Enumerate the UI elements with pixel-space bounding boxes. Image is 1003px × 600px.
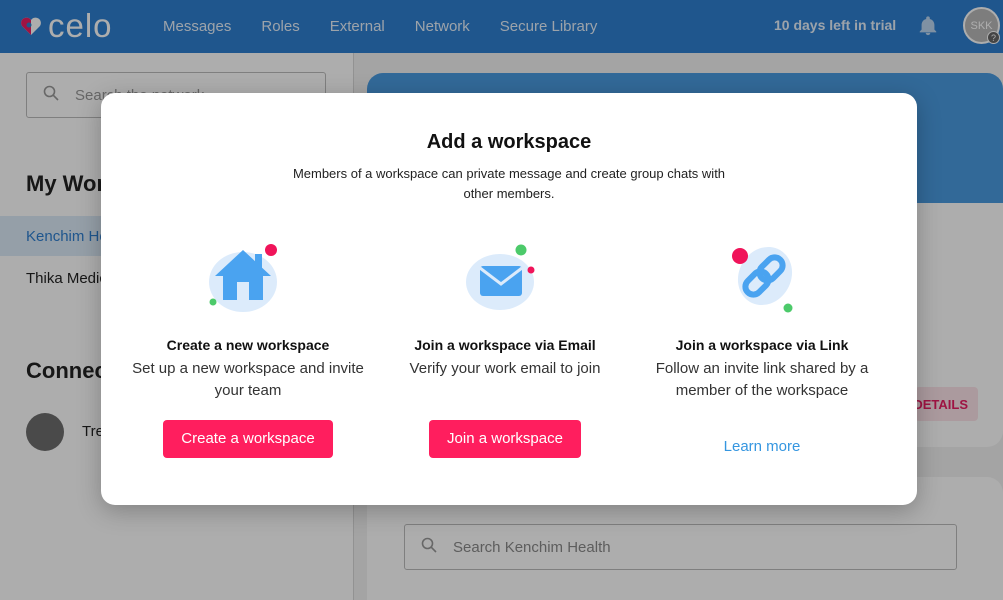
create-workspace-option: Create a new workspace Set up a new work… (128, 238, 368, 402)
option-description: Verify your work email to join (409, 360, 601, 377)
create-workspace-action: Create a workspace (128, 420, 368, 458)
option-title: Join a workspace via Link (675, 337, 849, 353)
join-via-link-option: Join a workspace via Link Follow an invi… (642, 238, 882, 402)
add-workspace-modal: Add a workspace Members of a workspace c… (101, 93, 917, 505)
modal-title: Add a workspace (426, 131, 592, 153)
option-description: Follow an invite link shared by a member… (655, 360, 869, 399)
option-description: Set up a new workspace and invite your t… (132, 360, 364, 399)
house-icon (203, 238, 293, 318)
create-workspace-button[interactable]: Create a workspace (163, 420, 333, 458)
option-title: Create a new workspace (166, 337, 330, 353)
link-icon (717, 238, 807, 318)
learn-more-link[interactable]: Learn more (642, 438, 882, 455)
modal-subtitle: Members of a workspace can private messa… (292, 166, 726, 201)
option-title: Join a workspace via Email (414, 337, 596, 353)
join-workspace-action: Join a workspace (385, 420, 625, 458)
join-via-email-option: Join a workspace via Email Verify your w… (385, 238, 625, 380)
envelope-icon (460, 238, 550, 318)
join-workspace-button[interactable]: Join a workspace (429, 420, 581, 458)
